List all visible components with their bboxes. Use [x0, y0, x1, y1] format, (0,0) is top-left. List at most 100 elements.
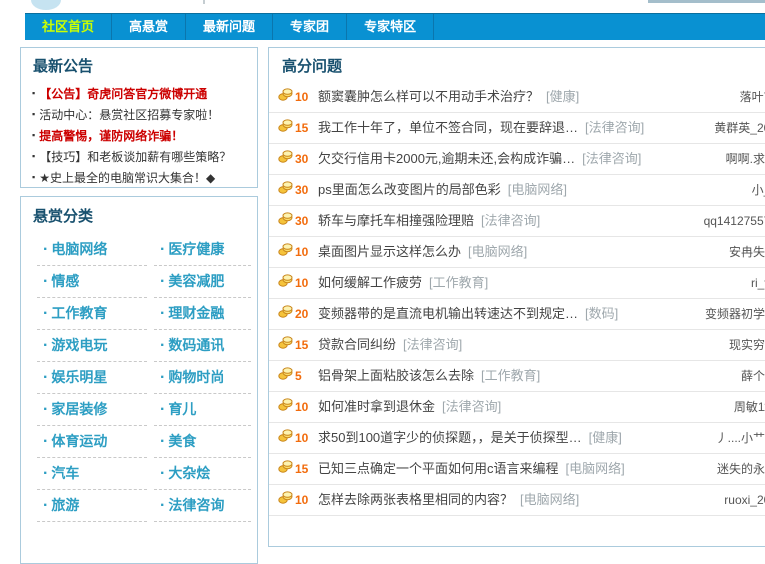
category-beauty-slimming[interactable]: 美容减肥 — [168, 273, 224, 289]
category-cars[interactable]: 汽车 — [51, 465, 79, 481]
question-link[interactable]: 铝骨架上面粘胶该怎么去除 — [318, 368, 474, 383]
categories-title: 悬赏分类 — [33, 208, 257, 226]
category-sports[interactable]: 体育运动 — [51, 433, 107, 449]
question-link[interactable]: 额窦囊肿怎么样可以不用动手术治疗？ — [318, 89, 539, 104]
question-category-tag[interactable]: [电脑网络] — [520, 492, 579, 507]
question-row: 10怎样去除两张表格里相同的内容？[电脑网络]ruoxi_201 — [269, 485, 765, 516]
category-games[interactable]: 游戏电玩 — [51, 337, 107, 353]
question-category-tag[interactable]: [法律咨询] — [403, 337, 462, 352]
dot-icon: · — [43, 305, 48, 322]
question-username[interactable]: ri_ve — [751, 268, 765, 298]
bullet-icon: ▪ — [32, 130, 35, 140]
question-username[interactable]: 变频器初学者 — [705, 299, 765, 329]
announcement-link[interactable]: 提高警惕，谨防网络诈骗！ — [39, 129, 183, 143]
question-row: 10桌面图片显示这样怎么办 [电脑网络] 安冉失笑 — [269, 237, 765, 268]
question-link[interactable]: 贷款合同纠纷 — [318, 337, 396, 352]
questions-list: 10额窦囊肿怎么样可以不用动手术治疗？[健康]落叶72 15我工作十年了，单位不… — [269, 82, 765, 516]
question-category-tag[interactable]: [健康] — [546, 89, 579, 104]
dot-icon: · — [160, 401, 165, 418]
question-username[interactable]: 安冉失笑 — [729, 237, 765, 267]
question-username[interactable]: 周敏110 — [734, 392, 765, 422]
categories-grid: ·电脑网络 ·情感 ·工作教育 ·游戏电玩 ·娱乐明星 ·家居装修 ·体育运动 … — [21, 234, 257, 522]
category-travel[interactable]: 旅游 — [51, 497, 79, 513]
category-computer-network[interactable]: 电脑网络 — [51, 241, 107, 257]
question-category-tag[interactable]: [法律咨询] — [582, 151, 641, 166]
nav-item-expert-zone[interactable]: 专家特区 — [347, 14, 434, 40]
question-username[interactable]: 黄群英_201 — [714, 113, 765, 143]
category-digital-telecom[interactable]: 数码通讯 — [168, 337, 224, 353]
question-points: 15 — [295, 454, 318, 484]
question-link[interactable]: 已知三点确定一个平面如何用c语言来编程 — [318, 461, 559, 476]
category-item: ·育儿 — [154, 394, 251, 426]
question-username[interactable]: 迷失的永恒 — [717, 454, 765, 484]
question-username[interactable]: ruoxi_201 — [724, 485, 765, 515]
question-row: 10求50到100道字少的侦探题，，是关于侦探型…[健康]丿....小艹蓝 — [269, 423, 765, 454]
category-misc[interactable]: 大杂烩 — [168, 465, 210, 481]
question-points: 15 — [295, 113, 318, 143]
question-category-tag[interactable]: [法律咨询] — [481, 213, 540, 228]
question-link[interactable]: 轿车与摩托车相撞强险理赔 — [318, 213, 474, 228]
dot-icon: · — [160, 497, 165, 514]
question-category-tag[interactable]: [健康] — [589, 430, 622, 445]
question-username[interactable]: 小_e — [752, 175, 765, 205]
coins-icon — [278, 175, 293, 205]
question-category-tag[interactable]: [电脑网络] — [468, 244, 527, 259]
nav-item-high-bounty[interactable]: 高悬赏 — [112, 14, 186, 40]
coins-icon — [278, 485, 293, 515]
category-food[interactable]: 美食 — [168, 433, 196, 449]
question-link[interactable]: ps里面怎么改变图片的局部色彩 — [318, 182, 501, 197]
category-medical-health[interactable]: 医疗健康 — [168, 241, 224, 257]
category-home-decor[interactable]: 家居装修 — [51, 401, 107, 417]
announcement-link[interactable]: 【公告】奇虎问答官方微博开通 — [39, 87, 207, 101]
question-points: 30 — [295, 144, 318, 174]
question-row: 30轿车与摩托车相撞强险理赔[法律咨询]qq141275574 — [269, 206, 765, 237]
category-item: ·医疗健康 — [154, 234, 251, 266]
question-link[interactable]: 我工作十年了，单位不签合同，现在要辞退… — [318, 120, 578, 135]
question-link[interactable]: 如何缓解工作疲劳 — [318, 275, 422, 290]
announcement-link[interactable]: 【技巧】和老板谈加薪有哪些策略？ — [39, 150, 231, 164]
question-link[interactable]: 如何准时拿到退休金 — [318, 399, 435, 414]
category-shopping-fashion[interactable]: 购物时尚 — [168, 369, 224, 385]
bullet-icon: ▪ — [32, 172, 35, 182]
question-link[interactable]: 求50到100道字少的侦探题，，是关于侦探型… — [318, 430, 582, 445]
nav-item-community-home[interactable]: 社区首页 — [25, 14, 112, 40]
question-username[interactable]: qq141275574 — [704, 206, 765, 236]
category-work-education[interactable]: 工作教育 — [51, 305, 107, 321]
announcement-link[interactable]: 活动中心：悬赏社区招募专家啦！ — [39, 108, 219, 122]
category-item: ·法律咨询 — [154, 490, 251, 522]
category-finance[interactable]: 理财金融 — [168, 305, 224, 321]
coins-icon — [278, 330, 293, 360]
question-link[interactable]: 欠交行信用卡2000元,逾期未还,会构成诈骗… — [318, 151, 575, 166]
category-item: ·汽车 — [37, 458, 147, 490]
announcement-link[interactable]: ★史上最全的电脑常识大集合！◆ — [39, 171, 215, 185]
nav-item-expert-team[interactable]: 专家团 — [273, 14, 347, 40]
question-username[interactable]: 薛个人 — [741, 361, 765, 391]
question-points: 15 — [295, 330, 318, 360]
nav-item-latest-questions[interactable]: 最新问题 — [186, 14, 273, 40]
question-link[interactable]: 怎样去除两张表格里相同的内容？ — [318, 492, 513, 507]
question-username[interactable]: 落叶72 — [740, 82, 765, 112]
question-username[interactable]: 现实穷人 — [729, 330, 765, 360]
question-category-tag[interactable]: [法律咨询] — [442, 399, 501, 414]
question-link[interactable]: 桌面图片显示这样怎么办 — [318, 244, 461, 259]
question-link[interactable]: 变频器带的是直流电机输出转速达不到规定… — [318, 306, 578, 321]
coins-icon — [278, 299, 293, 329]
question-category-tag[interactable]: [电脑网络] — [566, 461, 625, 476]
announcement-item: ▪ ★史上最全的电脑常识大集合！◆ — [32, 167, 257, 188]
question-category-tag[interactable]: [法律咨询] — [585, 120, 644, 135]
question-username[interactable]: 丿....小艹蓝 — [716, 423, 765, 453]
question-category-tag[interactable]: [电脑网络] — [508, 182, 567, 197]
dot-icon: · — [160, 465, 165, 482]
coins-icon — [278, 423, 293, 453]
announcement-item: ▪【技巧】和老板谈加薪有哪些策略？ — [32, 146, 257, 167]
question-username[interactable]: 啊啊.求助 — [726, 144, 765, 174]
header-strip — [648, 0, 765, 3]
question-category-tag[interactable]: [工作教育] — [481, 368, 540, 383]
question-points: 10 — [295, 237, 318, 267]
category-parenting[interactable]: 育儿 — [168, 401, 196, 417]
question-category-tag[interactable]: [数码] — [585, 306, 618, 321]
question-category-tag[interactable]: [工作教育] — [429, 275, 488, 290]
category-entertainment-stars[interactable]: 娱乐明星 — [51, 369, 107, 385]
category-legal-advice[interactable]: 法律咨询 — [168, 497, 224, 513]
category-emotion[interactable]: 情感 — [51, 273, 79, 289]
